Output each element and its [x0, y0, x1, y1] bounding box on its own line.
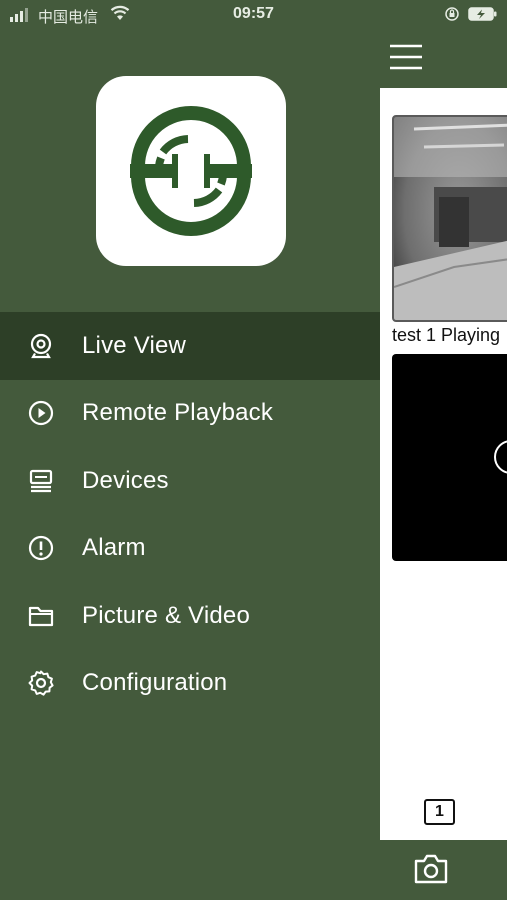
alert-circle-icon	[28, 536, 54, 561]
navigation-drawer: Live View Remote Playback Devices Alarm …	[0, 30, 380, 900]
camera-channel-1[interactable]	[392, 115, 507, 322]
page-indicator[interactable]: 1	[424, 799, 455, 825]
webcam-icon	[30, 333, 52, 358]
play-circle-icon[interactable]	[494, 440, 507, 474]
menu-item-label: Remote Playback	[82, 399, 274, 427]
menu-item-label: Live View	[82, 331, 187, 359]
live-view-panel: test 1 Playing 1	[380, 88, 507, 840]
battery-charging-icon	[468, 7, 497, 21]
menu-item-picture-video[interactable]: Picture & Video	[0, 582, 380, 650]
bottom-toolbar	[380, 840, 507, 900]
menu-item-configuration[interactable]: Configuration	[0, 650, 380, 718]
folder-icon	[28, 606, 54, 626]
camera-feed-image	[394, 117, 507, 320]
status-bar: 中国电信 09:57	[0, 0, 507, 30]
menu-item-alarm[interactable]: Alarm	[0, 515, 380, 583]
menu-item-live-view[interactable]: Live View	[0, 312, 380, 380]
menu-item-label: Configuration	[82, 669, 228, 697]
drawer-menu: Live View Remote Playback Devices Alarm …	[0, 312, 380, 717]
channel-1-status: test 1 Playing	[392, 325, 501, 345]
menu-item-label: Devices	[82, 466, 169, 494]
camera-channel-2[interactable]	[392, 354, 507, 561]
play-circle-icon	[28, 401, 54, 426]
menu-item-label: Picture & Video	[82, 601, 250, 629]
menu-item-remote-playback[interactable]: Remote Playback	[0, 380, 380, 448]
app-logo	[96, 76, 286, 266]
menu-item-devices[interactable]: Devices	[0, 447, 380, 515]
settings-gear-icon	[28, 670, 54, 696]
device-icon	[29, 469, 53, 492]
menu-icon[interactable]	[388, 42, 424, 72]
orientation-lock-icon	[445, 7, 459, 21]
app-logo-mark	[130, 106, 252, 236]
camera-icon[interactable]	[413, 852, 449, 886]
status-time: 09:57	[233, 5, 274, 22]
menu-item-label: Alarm	[82, 534, 146, 562]
